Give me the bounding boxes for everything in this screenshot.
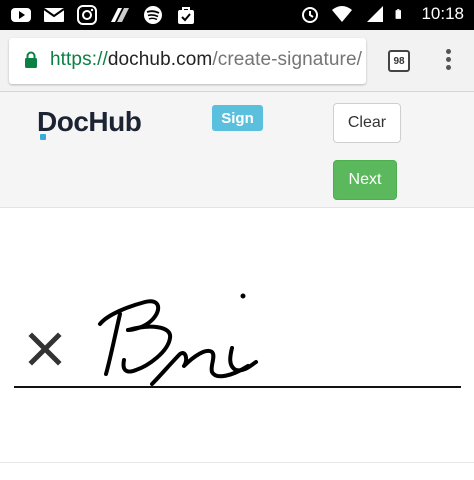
next-button[interactable]: Next [333,160,397,200]
url-path: /create-signature/ [212,49,362,70]
clear-button[interactable]: Clear [333,103,401,143]
url-scheme: https:// [50,49,108,70]
spotify-icon [144,6,162,24]
tab-switcher-button[interactable]: 98 [388,50,410,72]
signal-icon [367,6,384,22]
instagram-icon [77,5,97,25]
youtube-icon [11,8,31,22]
signature-line [14,386,461,388]
sign-badge: Sign [212,105,263,131]
drive-app-icon [111,8,129,22]
status-bar: 10:18 [0,0,474,30]
notification-icons [10,5,197,25]
battery-icon [395,9,402,19]
url-text: https://dochub.com/create-signature/ [50,49,362,71]
address-bar[interactable]: https://dochub.com/create-signature/ [9,38,366,84]
system-icons: 10:18 [299,4,464,24]
signature-stroke [98,293,258,386]
mail-icon [43,8,65,22]
signature-canvas[interactable] [0,210,474,480]
app-header: DocHub Sign Clear Next [0,92,474,208]
browser-toolbar: https://dochub.com/create-signature/ 98 [0,30,474,92]
url-host: dochub.com [107,49,213,70]
wifi-icon [332,6,353,22]
alarm-icon [302,7,319,23]
shopping-bag-icon [178,7,194,24]
lock-icon [25,51,37,68]
dochub-logo[interactable]: DocHub [37,106,142,140]
clock-time: 10:18 [421,4,464,23]
logo-text: DocHub [37,106,142,137]
divider [0,462,474,463]
overflow-menu-icon[interactable] [438,49,458,73]
